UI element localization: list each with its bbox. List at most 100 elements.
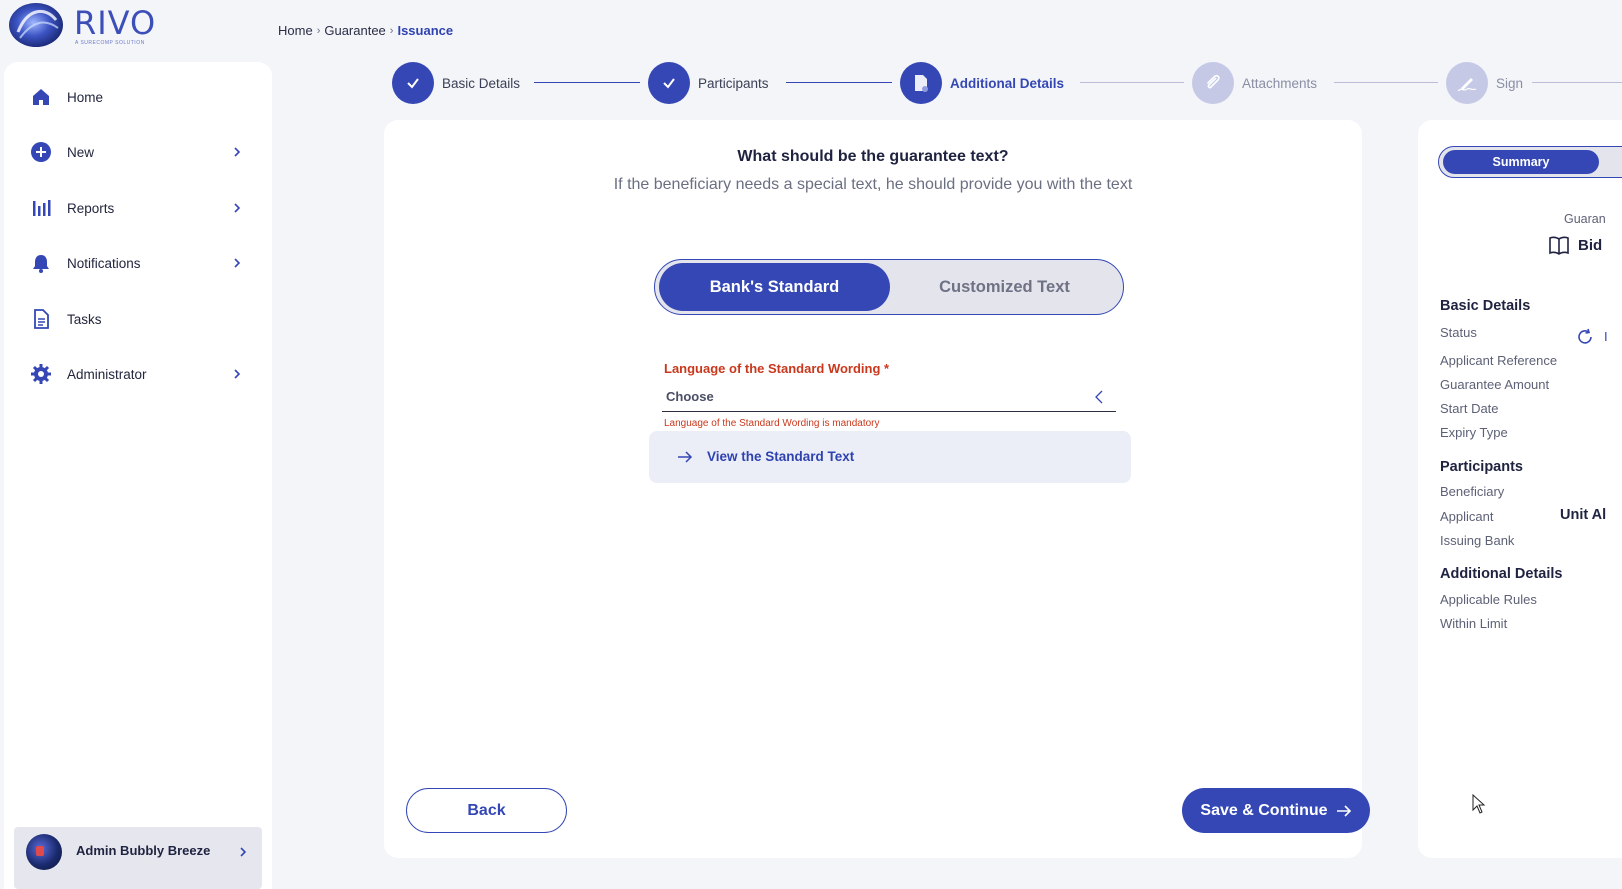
save-continue-button[interactable]: Save & Continue: [1182, 788, 1370, 833]
back-button-label: Back: [467, 801, 506, 819]
paperclip-icon: [1206, 74, 1220, 89]
step-active-circle: [900, 62, 942, 104]
step-label: Participants: [698, 75, 769, 91]
toggle-customized-text[interactable]: Customized Text: [890, 263, 1119, 311]
step-connector: [1080, 82, 1184, 83]
sidebar-item-notifications[interactable]: Notifications: [4, 243, 272, 283]
language-select-value: Choose: [666, 389, 714, 404]
tab-summary[interactable]: Summary: [1443, 150, 1599, 174]
document-edit-icon: [915, 75, 928, 92]
plus-circle-icon: [30, 141, 52, 163]
avatar: [26, 834, 62, 870]
bar-chart-icon: [30, 197, 52, 219]
check-icon: [663, 78, 675, 89]
language-select[interactable]: Choose: [662, 380, 1116, 412]
summary-row-label: Applicant: [1440, 509, 1494, 524]
refresh-icon: [1578, 328, 1592, 344]
chevron-right-icon: [234, 369, 241, 379]
step-todo-circle: [1446, 62, 1488, 104]
back-button[interactable]: Back: [406, 788, 567, 833]
document-icon: [30, 308, 52, 330]
logo-text: RIVO: [74, 4, 157, 42]
step-done-circle: [648, 62, 690, 104]
user-menu[interactable]: Admin Bubbly Breeze: [14, 827, 262, 889]
summary-panel: Summary Guaran Bid Basic Details Status …: [1418, 120, 1622, 858]
breadcrumb-home[interactable]: Home: [278, 23, 313, 38]
mouse-cursor-icon: [1472, 794, 1486, 814]
step-label: Attachments: [1242, 75, 1318, 91]
language-field-label: Language of the Standard Wording *: [664, 361, 890, 376]
arrow-right-icon: [1336, 804, 1351, 817]
step-label: Additional Details: [950, 75, 1065, 91]
chevron-right-icon: [234, 203, 241, 213]
summary-section-title: Participants: [1440, 459, 1523, 475]
text-type-toggle: Bank's Standard Customized Text: [654, 259, 1124, 315]
view-standard-text-label: View the Standard Text: [707, 449, 855, 464]
summary-row-label: Status: [1440, 325, 1477, 340]
sidebar: Home New Reports Notifications Tasks Adm…: [4, 62, 272, 889]
sidebar-item-label: Tasks: [67, 311, 102, 327]
rivo-logo-mark-icon: [9, 3, 63, 47]
step-label: Sign: [1496, 75, 1524, 91]
guarantee-type-label: Guaran: [1564, 212, 1606, 226]
breadcrumb-guarantee[interactable]: Guarantee: [324, 23, 385, 38]
step-todo-circle: [1192, 62, 1234, 104]
guarantee-text-card: What should be the guarantee text? If th…: [384, 120, 1370, 858]
summary-row-label: Start Date: [1440, 401, 1499, 416]
open-book-icon: [1549, 236, 1569, 255]
step-connector: [786, 82, 892, 83]
language-field-error: Language of the Standard Wording is mand…: [664, 418, 880, 429]
summary-tabbar: Summary: [1438, 146, 1622, 178]
sidebar-item-home[interactable]: Home: [4, 77, 272, 117]
save-continue-label: Save & Continue: [1200, 801, 1328, 819]
chevron-right-icon: [234, 147, 241, 157]
home-icon: [30, 86, 52, 108]
breadcrumb-current: Issuance: [397, 23, 454, 38]
summary-row-label: Guarantee Amount: [1440, 377, 1550, 392]
breadcrumb-separator: ›: [316, 24, 321, 37]
signature-pen-icon: [1457, 78, 1477, 92]
step-connector: [1334, 82, 1438, 83]
step-additional-details[interactable]: Additional Details: [900, 62, 1064, 104]
question-title: What should be the guarantee text?: [737, 148, 1009, 165]
chevron-right-icon: [240, 847, 247, 857]
chevron-left-icon: [1095, 390, 1103, 404]
chevron-right-icon: [234, 258, 241, 268]
step-participants[interactable]: Participants: [648, 62, 769, 104]
summary-row-label: Applicable Rules: [1440, 592, 1537, 607]
sidebar-item-label: Administrator: [67, 366, 147, 382]
step-done-circle: [392, 62, 434, 104]
gear-icon: [30, 363, 52, 385]
step-basic-details[interactable]: Basic Details: [392, 62, 520, 104]
summary-row-label: Applicant Reference: [1440, 353, 1558, 368]
step-sign[interactable]: Sign: [1446, 62, 1523, 104]
status-value: I: [1604, 329, 1608, 344]
user-name: Admin Bubbly Breeze: [76, 843, 211, 858]
rivo-logo[interactable]: RIVO A SURECOMP SOLUTION: [8, 2, 158, 48]
guarantee-type-value: Bid: [1578, 236, 1603, 254]
guarantee-type: Bid: [1548, 234, 1602, 256]
toggle-banks-standard[interactable]: Bank's Standard: [659, 263, 890, 311]
sidebar-item-reports[interactable]: Reports: [4, 188, 272, 228]
breadcrumb-separator: ›: [389, 24, 394, 37]
summary-row-label: Issuing Bank: [1440, 533, 1515, 548]
sidebar-item-new[interactable]: New: [4, 132, 272, 172]
check-icon: [407, 78, 419, 89]
arrow-right-icon: [678, 451, 693, 463]
sidebar-item-tasks[interactable]: Tasks: [4, 299, 272, 339]
sidebar-item-label: New: [67, 144, 95, 160]
step-connector: [534, 82, 640, 83]
summary-section-title: Additional Details: [1440, 566, 1563, 582]
question-subtitle: If the beneficiary needs a special text,…: [613, 176, 1133, 193]
breadcrumb: Home › Guarantee › Issuance: [278, 23, 453, 38]
summary-row-label: Expiry Type: [1440, 425, 1508, 440]
applicant-value: Unit Al: [1560, 507, 1607, 523]
summary-row-label: Within Limit: [1440, 616, 1508, 631]
sidebar-item-label: Home: [67, 89, 104, 105]
sidebar-item-administrator[interactable]: Administrator: [4, 354, 272, 394]
step-attachments[interactable]: Attachments: [1192, 62, 1317, 104]
bell-icon: [30, 252, 52, 274]
view-standard-text-link[interactable]: View the Standard Text: [649, 431, 1131, 483]
step-label: Basic Details: [442, 75, 521, 91]
logo-tagline: A SURECOMP SOLUTION: [75, 40, 145, 46]
